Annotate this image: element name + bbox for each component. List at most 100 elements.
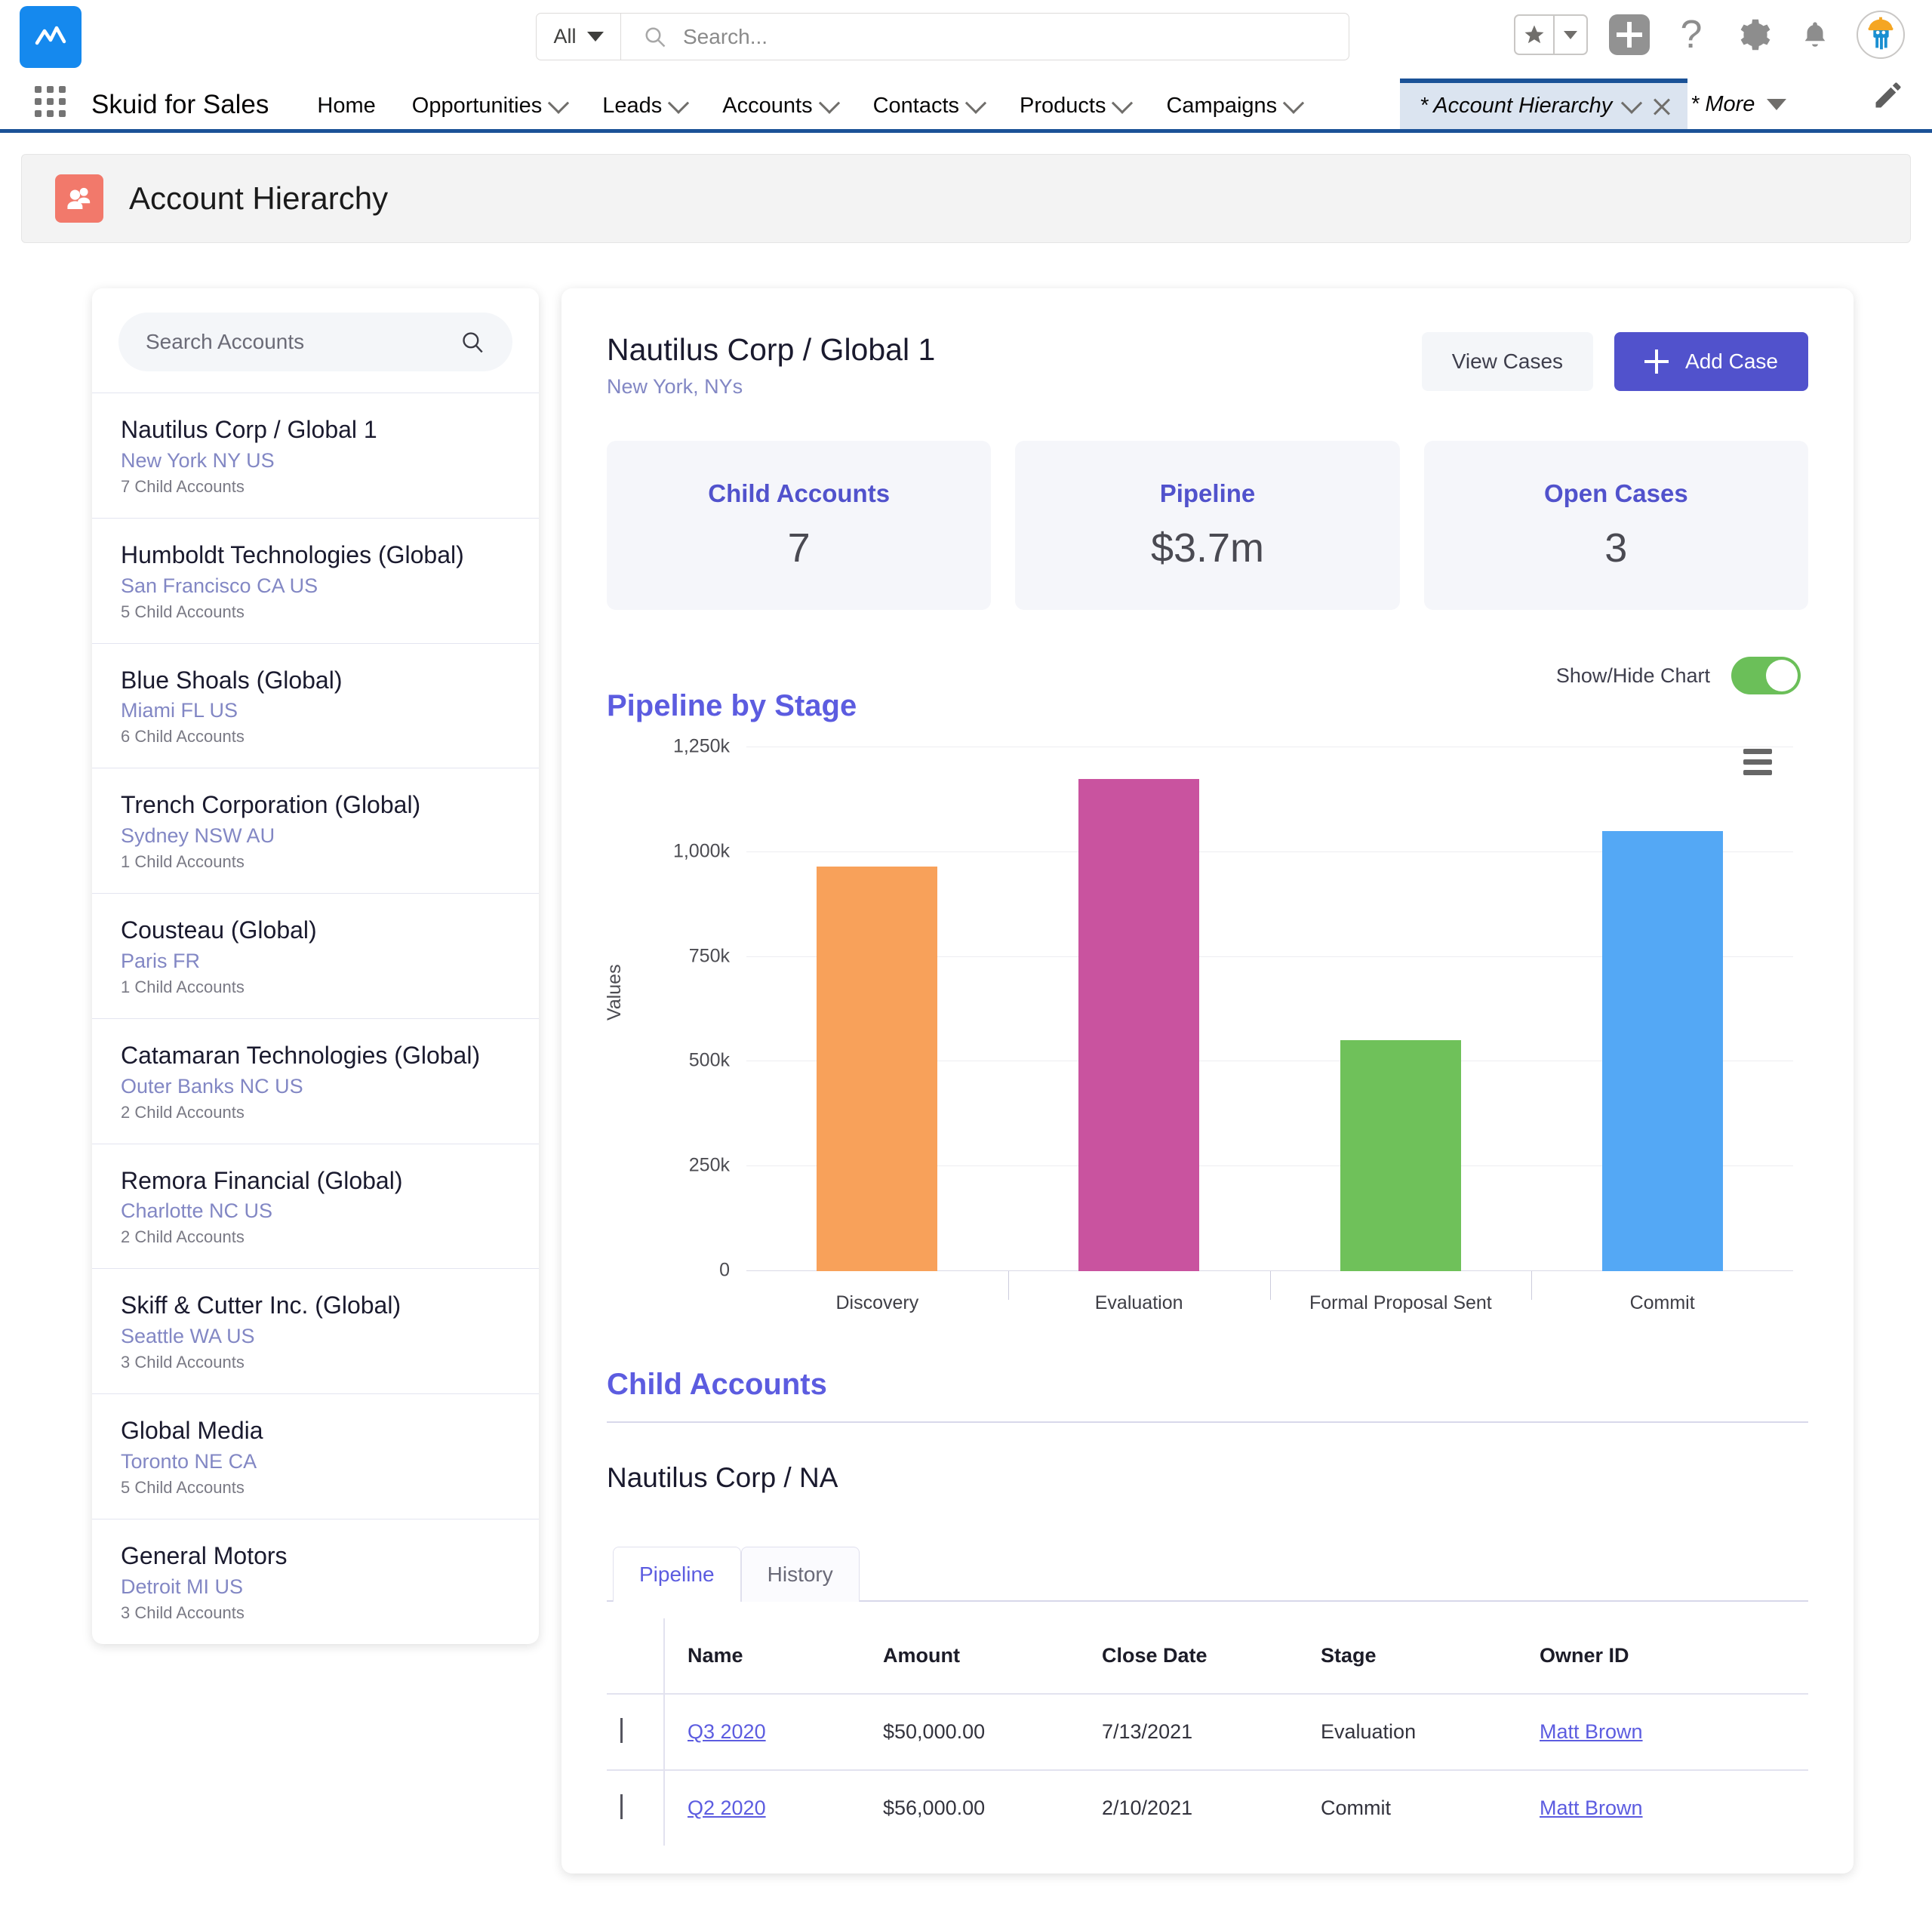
- account-child-count: 6 Child Accounts: [121, 727, 510, 747]
- search-scope-label: All: [553, 25, 576, 48]
- edit-tabs-button[interactable]: [1872, 79, 1905, 115]
- opportunity-link[interactable]: Q3 2020: [688, 1720, 766, 1743]
- nav-item-contacts[interactable]: Contacts: [855, 94, 1001, 119]
- tab-account-hierarchy[interactable]: * Account Hierarchy: [1400, 79, 1687, 129]
- account-location: Charlotte NC US: [121, 1199, 510, 1223]
- account-list-item[interactable]: Blue Shoals (Global) Miami FL US 6 Child…: [92, 643, 539, 768]
- add-case-button[interactable]: Add Case: [1614, 332, 1808, 391]
- global-header: All Search... ?: [0, 0, 1932, 74]
- account-name: Humboldt Technologies (Global): [121, 541, 510, 570]
- kpi-row: Child Accounts 7 Pipeline $3.7m Open Cas…: [607, 441, 1808, 610]
- row-expand-toggle[interactable]: [607, 1770, 664, 1846]
- nav-item-accounts[interactable]: Accounts: [704, 94, 854, 119]
- column-header-stage: Stage: [1321, 1618, 1540, 1694]
- favorites-star-button[interactable]: [1515, 16, 1555, 54]
- favorites-dropdown-button[interactable]: [1555, 16, 1586, 54]
- account-list-item[interactable]: Skiff & Cutter Inc. (Global) Seattle WA …: [92, 1268, 539, 1393]
- show-hide-chart-toggle[interactable]: [1731, 657, 1801, 694]
- chart-y-tick-label: 1,250k: [673, 736, 730, 758]
- favorites-group[interactable]: [1514, 14, 1588, 55]
- chart-bar[interactable]: [1340, 1040, 1461, 1271]
- add-case-label: Add Case: [1685, 349, 1778, 374]
- nav-item-opportunities[interactable]: Opportunities: [394, 94, 585, 119]
- account-name: Remora Financial (Global): [121, 1167, 510, 1196]
- toggle-knob: [1766, 660, 1798, 691]
- kpi-child-accounts: Child Accounts 7: [607, 441, 991, 610]
- owner-link[interactable]: Matt Brown: [1540, 1797, 1643, 1819]
- account-list-item[interactable]: Global Media Toronto NE CA 5 Child Accou…: [92, 1393, 539, 1519]
- app-name[interactable]: Skuid for Sales: [91, 90, 269, 120]
- account-location: Seattle WA US: [121, 1325, 510, 1348]
- column-header-close-date: Close Date: [1102, 1618, 1321, 1694]
- tab-more[interactable]: * More: [1690, 92, 1786, 117]
- cell-owner: Matt Brown: [1540, 1694, 1808, 1770]
- account-list-item[interactable]: Humboldt Technologies (Global) San Franc…: [92, 518, 539, 643]
- table-row[interactable]: Q2 2020 $56,000.00 2/10/2021 Commit Matt…: [607, 1770, 1808, 1846]
- app-navigation-bar: Skuid for Sales Home Opportunities Leads…: [0, 74, 1932, 133]
- account-list-item[interactable]: General Motors Detroit MI US 3 Child Acc…: [92, 1519, 539, 1644]
- chevron-down-icon[interactable]: [1621, 92, 1642, 113]
- account-child-count: 5 Child Accounts: [121, 1478, 510, 1498]
- chart-bar[interactable]: [1078, 779, 1199, 1271]
- row-expand-toggle[interactable]: [607, 1694, 664, 1770]
- setup-gear-button[interactable]: [1733, 14, 1774, 55]
- account-location: Outer Banks NC US: [121, 1075, 510, 1098]
- waffle-dot: [47, 110, 54, 117]
- detail-header: Nautilus Corp / Global 1 New York, NYs V…: [607, 332, 1808, 399]
- help-button[interactable]: ?: [1671, 14, 1712, 55]
- waffle-dot: [59, 86, 66, 93]
- people-icon: [63, 183, 95, 214]
- tab-history[interactable]: History: [741, 1547, 860, 1602]
- notifications-button[interactable]: [1795, 14, 1835, 55]
- account-search-input[interactable]: Search Accounts: [118, 313, 512, 371]
- nav-item-campaigns[interactable]: Campaigns: [1148, 94, 1319, 119]
- nav-item-products[interactable]: Products: [1001, 94, 1148, 119]
- chart-plot-area: 0250k500k750k1,000k1,250k: [746, 747, 1793, 1271]
- account-list-item[interactable]: Catamaran Technologies (Global) Outer Ba…: [92, 1018, 539, 1144]
- chart-bar[interactable]: [1602, 831, 1723, 1271]
- chart-y-tick-label: 750k: [689, 945, 730, 967]
- toggle-label: Show/Hide Chart: [1556, 664, 1710, 688]
- search-input-area[interactable]: Search...: [621, 14, 1349, 60]
- tab-label: * Account Hierarchy: [1420, 94, 1612, 119]
- tab-pipeline[interactable]: Pipeline: [613, 1547, 741, 1602]
- nav-item-label: Home: [317, 94, 375, 119]
- app-launcher-button[interactable]: [35, 86, 66, 117]
- account-list-item[interactable]: Nautilus Corp / Global 1 New York NY US …: [92, 393, 539, 518]
- account-list-item[interactable]: Trench Corporation (Global) Sydney NSW A…: [92, 768, 539, 893]
- account-child-count: 1 Child Accounts: [121, 852, 510, 872]
- global-search[interactable]: All Search...: [536, 13, 1349, 60]
- chart-x-axis-labels: DiscoveryEvaluationFormal Proposal SentC…: [746, 1292, 1793, 1314]
- account-location: Sydney NSW AU: [121, 824, 510, 848]
- nav-item-home[interactable]: Home: [299, 94, 393, 119]
- table-row[interactable]: Q3 2020 $50,000.00 7/13/2021 Evaluation …: [607, 1694, 1808, 1770]
- chevron-down-icon: [548, 92, 569, 113]
- search-placeholder: Search...: [683, 25, 768, 49]
- salesforce-logo[interactable]: [20, 6, 82, 68]
- cell-amount: $50,000.00: [883, 1694, 1102, 1770]
- search-scope-select[interactable]: All: [537, 14, 621, 60]
- add-button[interactable]: [1609, 14, 1650, 55]
- table-header-row: Name Amount Close Date Stage Owner ID: [607, 1618, 1808, 1694]
- view-cases-button[interactable]: View Cases: [1422, 332, 1593, 391]
- account-list-item[interactable]: Cousteau (Global) Paris FR 1 Child Accou…: [92, 893, 539, 1018]
- account-location: Detroit MI US: [121, 1575, 510, 1599]
- owner-link[interactable]: Matt Brown: [1540, 1720, 1643, 1743]
- opportunity-link[interactable]: Q2 2020: [688, 1797, 766, 1819]
- chart-bar[interactable]: [817, 867, 937, 1271]
- account-child-count: 2 Child Accounts: [121, 1227, 510, 1247]
- close-icon[interactable]: [1651, 96, 1672, 117]
- kpi-label: Pipeline: [1160, 479, 1256, 508]
- nav-item-label: Campaigns: [1166, 94, 1277, 119]
- chevron-right-icon: [620, 1794, 623, 1819]
- nav-item-leads[interactable]: Leads: [584, 94, 704, 119]
- kpi-open-cases: Open Cases 3: [1424, 441, 1808, 610]
- search-icon[interactable]: [460, 329, 485, 355]
- table-body: Q3 2020 $50,000.00 7/13/2021 Evaluation …: [607, 1694, 1808, 1846]
- user-avatar[interactable]: [1857, 11, 1905, 59]
- kpi-value: $3.7m: [1151, 525, 1264, 571]
- account-list-item[interactable]: Remora Financial (Global) Charlotte NC U…: [92, 1144, 539, 1269]
- account-child-count: 7 Child Accounts: [121, 477, 510, 497]
- account-location: Toronto NE CA: [121, 1450, 510, 1473]
- chart-bar-slot: [746, 747, 1008, 1271]
